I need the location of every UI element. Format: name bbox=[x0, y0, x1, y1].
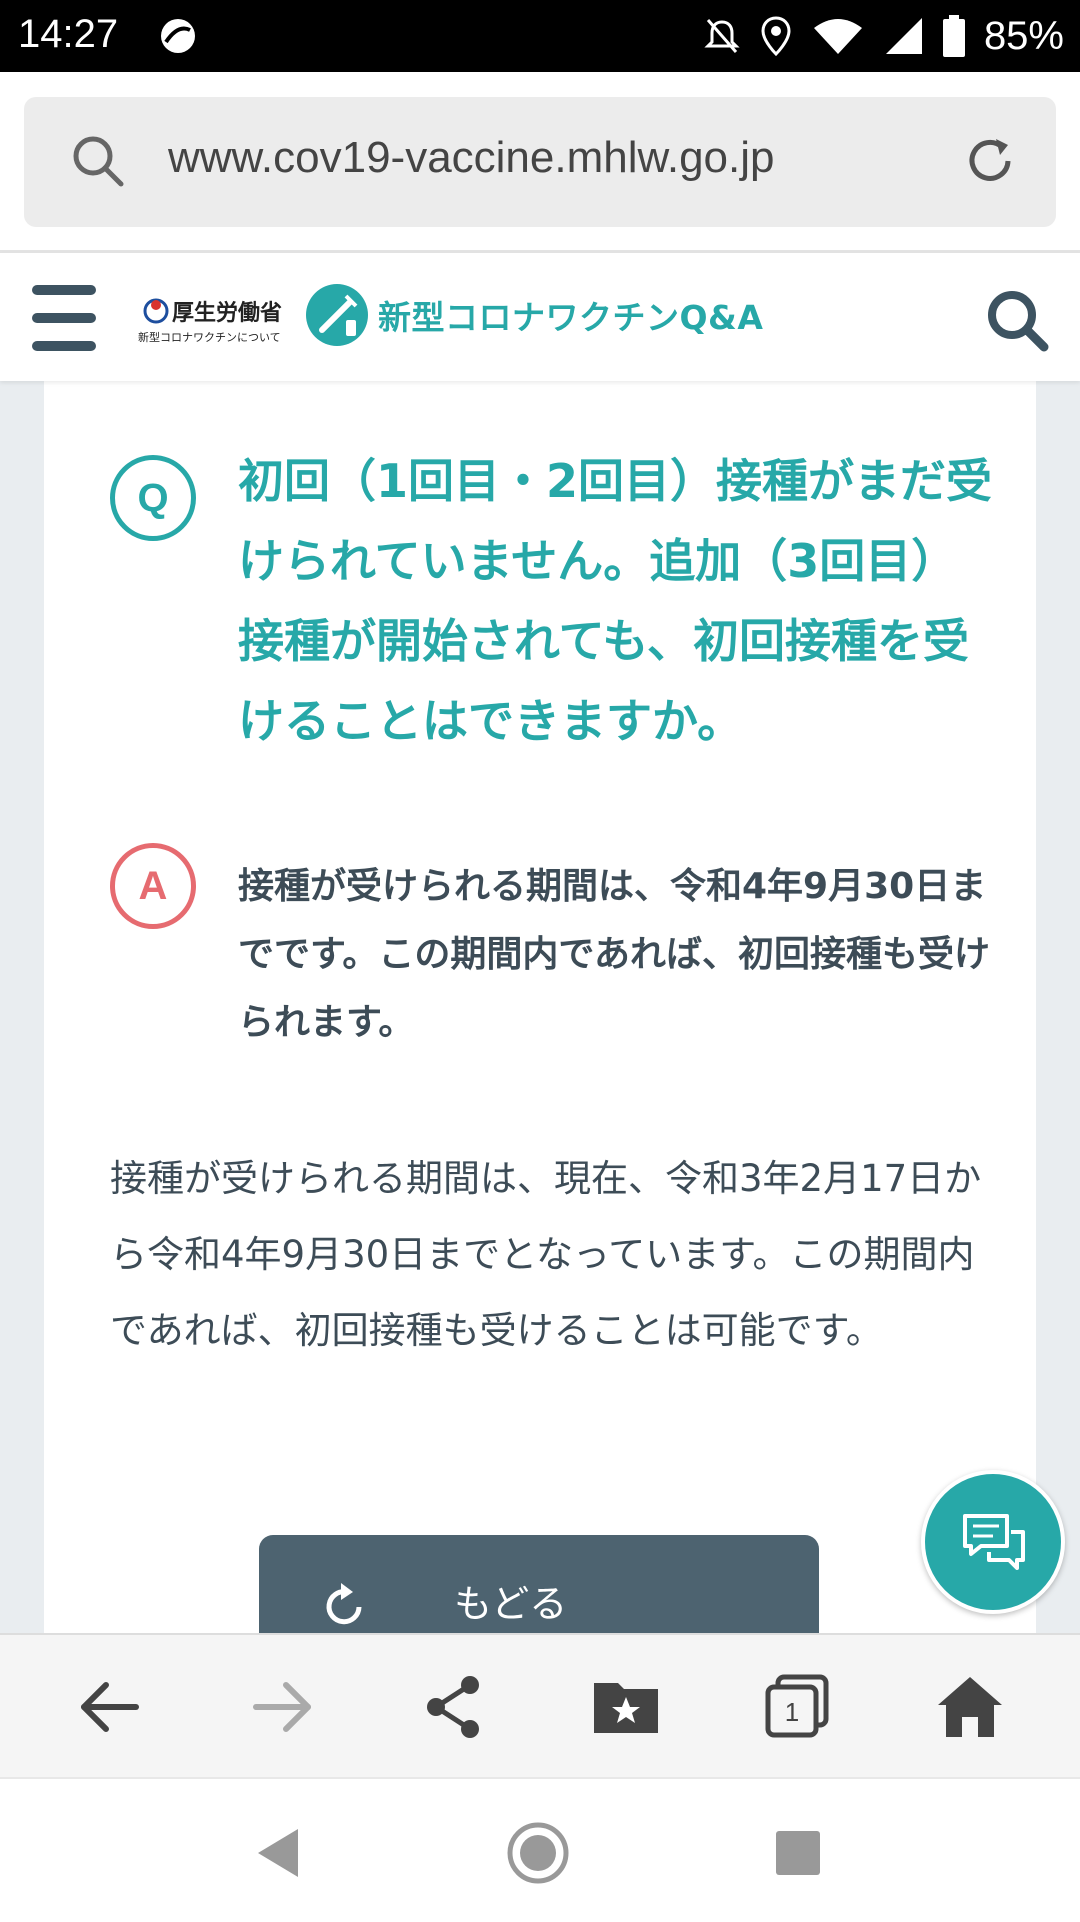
back-refresh-icon bbox=[326, 1583, 362, 1625]
site-title: 新型コロナワクチンQ&A bbox=[378, 298, 764, 337]
mhlw-logo[interactable]: 厚生労働省 新型コロナワクチンについて bbox=[138, 293, 282, 349]
qa-card: Q 初回（1回目・2回目）接種がまだ受けられていません。追加（3回目）接種が開始… bbox=[44, 381, 1036, 1633]
nav-home-icon[interactable] bbox=[506, 1821, 570, 1885]
mhlw-name: 厚生労働省 bbox=[172, 301, 283, 326]
nav-recents-icon[interactable] bbox=[766, 1821, 830, 1885]
battery-icon bbox=[942, 15, 965, 57]
mute-notification-icon bbox=[704, 19, 740, 53]
vaccine-syringe-icon bbox=[306, 284, 368, 346]
svg-text:1: 1 bbox=[785, 1697, 799, 1727]
reload-icon[interactable] bbox=[962, 133, 1018, 189]
url-text[interactable]: www.cov19-vaccine.mhlw.go.jp bbox=[168, 133, 774, 183]
url-bar[interactable]: www.cov19-vaccine.mhlw.go.jp bbox=[24, 97, 1056, 227]
search-icon[interactable] bbox=[69, 132, 127, 190]
nav-back-icon[interactable] bbox=[248, 1821, 312, 1885]
answer-body-text: 接種が受けられる期間は、現在、令和3年2月17日から令和4年9月30日までとなっ… bbox=[110, 1157, 982, 1352]
back-button-label: もどる bbox=[454, 1582, 568, 1626]
android-nav-bar bbox=[0, 1777, 1080, 1922]
site-search-icon[interactable] bbox=[984, 287, 1050, 353]
answer-badge: A bbox=[110, 843, 196, 929]
browser-address-area: www.cov19-vaccine.mhlw.go.jp bbox=[0, 72, 1080, 253]
page-content: Q 初回（1回目・2回目）接種がまだ受けられていません。追加（3回目）接種が開始… bbox=[0, 381, 1080, 1633]
answer-lead-text: 接種が受けられる期間は、令和4年9月30日までです。この期間内であれば、初回接種… bbox=[238, 866, 991, 1043]
back-button[interactable]: もどる bbox=[259, 1535, 819, 1633]
battery-percent: 85% bbox=[983, 13, 1064, 58]
chat-button[interactable] bbox=[921, 1470, 1065, 1614]
site-header: 厚生労働省 新型コロナワクチンについて 新型コロナワクチンQ&A bbox=[0, 253, 1080, 381]
wifi-icon bbox=[813, 19, 862, 54]
tabs-icon[interactable]: 1 bbox=[762, 1671, 834, 1743]
app-notification-icon bbox=[161, 19, 195, 53]
location-icon bbox=[761, 16, 791, 56]
forward-arrow-icon[interactable] bbox=[246, 1671, 318, 1743]
mhlw-logo-mark-icon bbox=[143, 298, 169, 324]
status-time: 14:27 bbox=[18, 12, 119, 56]
mhlw-subtitle: 新型コロナワクチンについて bbox=[138, 331, 281, 344]
chat-icon bbox=[963, 1514, 1025, 1570]
home-icon[interactable] bbox=[934, 1671, 1006, 1743]
bookmarks-icon[interactable] bbox=[590, 1671, 662, 1743]
site-logo[interactable]: 新型コロナワクチンQ&A bbox=[306, 283, 763, 347]
question-text: 初回（1回目・2回目）接種がまだ受けられていません。追加（3回目）接種が開始され… bbox=[238, 454, 993, 748]
signal-icon bbox=[885, 18, 922, 54]
browser-toolbar: 1 bbox=[0, 1633, 1080, 1779]
menu-icon[interactable] bbox=[32, 285, 98, 351]
status-bar: 14:27 85% bbox=[0, 0, 1080, 72]
back-arrow-icon[interactable] bbox=[74, 1671, 146, 1743]
share-icon[interactable] bbox=[418, 1671, 490, 1743]
question-badge: Q bbox=[110, 455, 196, 541]
